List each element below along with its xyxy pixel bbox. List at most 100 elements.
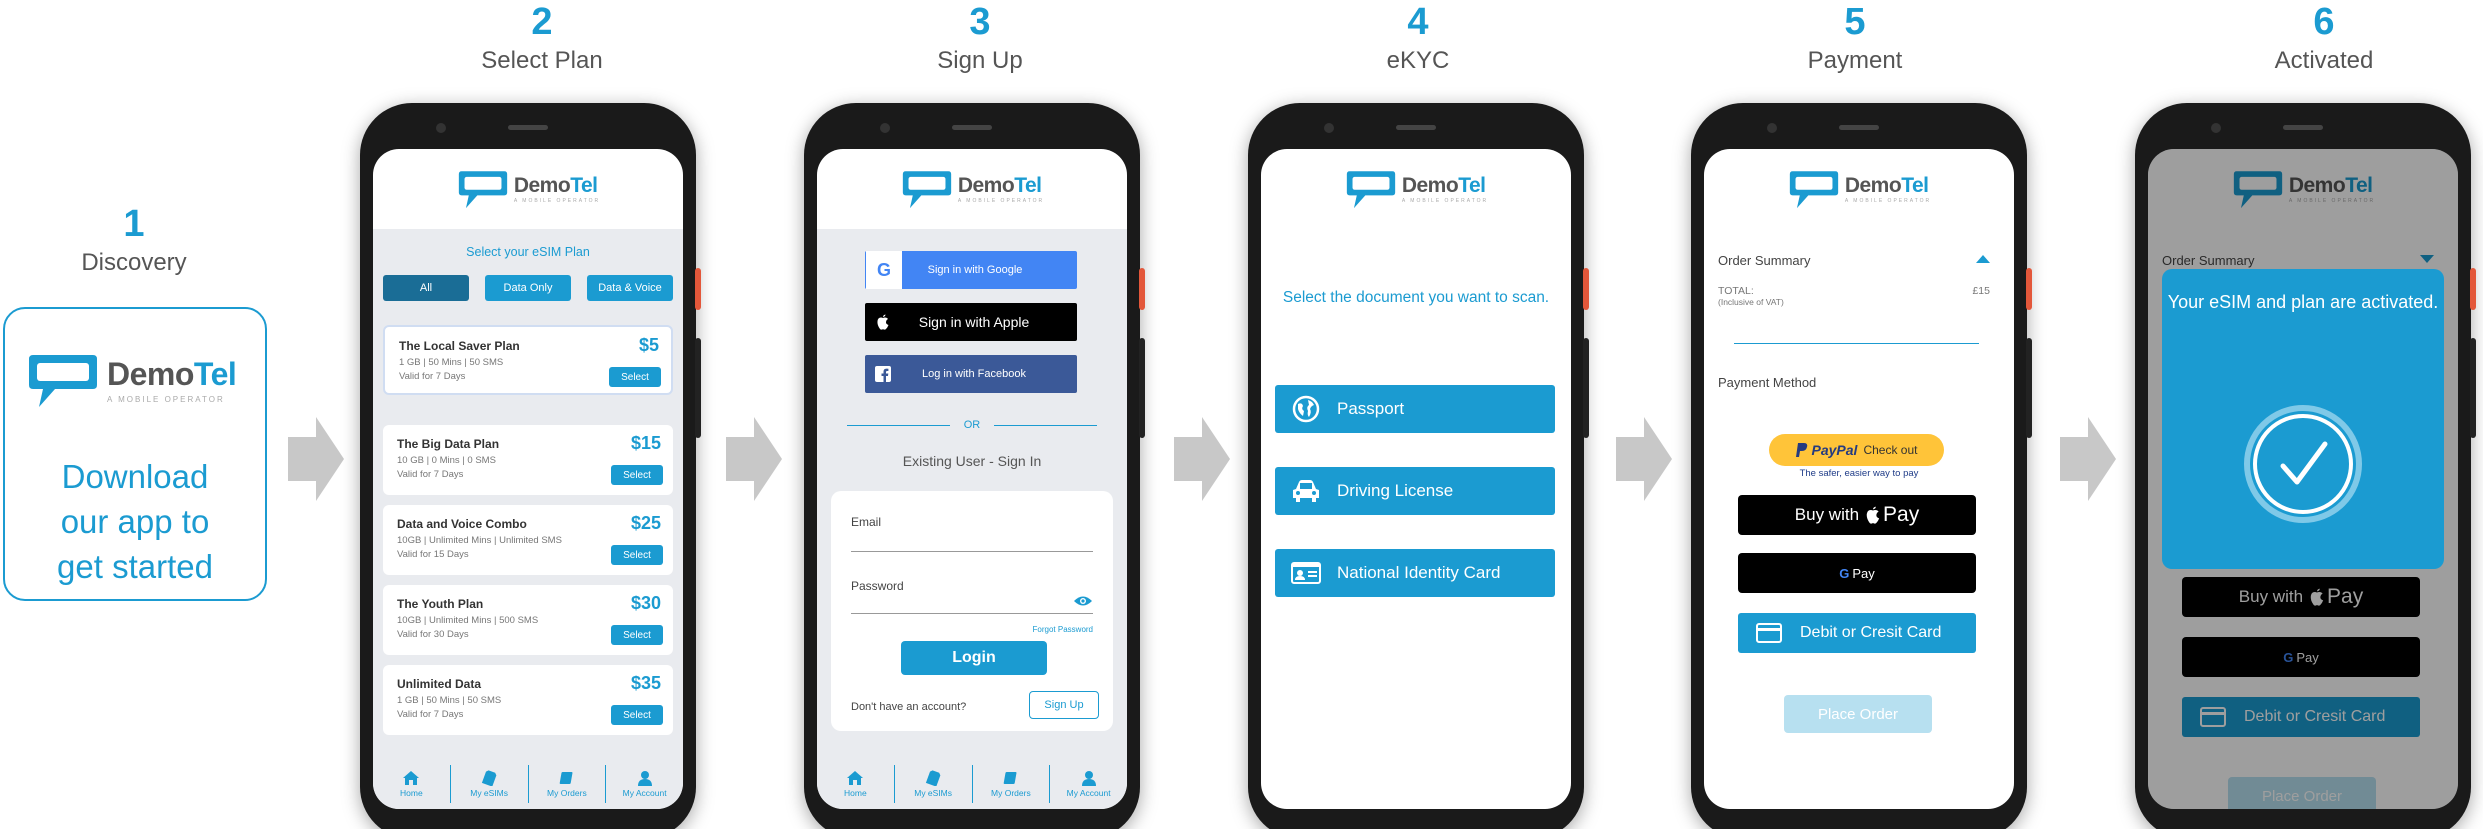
login-button[interactable]: Login: [901, 641, 1047, 675]
login-form: Email Password Forgot Password Login Don…: [831, 491, 1113, 731]
driving-license-button[interactable]: Driving License: [1275, 467, 1555, 515]
email-field[interactable]: [851, 551, 1093, 552]
filter-data-voice[interactable]: Data & Voice: [587, 275, 673, 301]
order-summary-heading: Order Summary: [1718, 253, 1811, 268]
plans-title: Select your eSIM Plan: [466, 245, 590, 259]
arrow-right-icon: [1174, 417, 1230, 501]
select-plan-button[interactable]: Select: [611, 545, 663, 565]
step-4-header: 4 eKYC: [1268, 0, 1568, 76]
email-label: Email: [851, 515, 882, 529]
screen: DemoTel A MOBILE OPERATOR Select the doc…: [1261, 149, 1571, 809]
passport-button[interactable]: Passport: [1275, 385, 1555, 433]
car-icon: [1275, 479, 1337, 503]
total-value: £15: [1972, 285, 1990, 297]
bottom-tab-bar: Home My eSIMs My Orders My Account: [373, 759, 683, 809]
apple-icon: [865, 303, 901, 341]
arrow-right-icon: [288, 417, 344, 501]
discovery-cta: Download our app to get started: [57, 458, 213, 585]
step-number: 2: [531, 1, 553, 43]
tab-home[interactable]: Home: [373, 765, 451, 803]
paypal-icon: [1795, 443, 1807, 457]
paypal-checkout-button[interactable]: PayPal Check out: [1769, 434, 1944, 466]
place-order-button[interactable]: Place Order: [1784, 695, 1932, 733]
tab-home[interactable]: Home: [817, 765, 895, 803]
discovery-card: DemoTel A MOBILE OPERATOR Download our a…: [3, 307, 267, 601]
arrow-right-icon: [2060, 417, 2116, 501]
tab-my-esims[interactable]: My eSIMs: [451, 765, 529, 803]
tab-my-account[interactable]: My Account: [606, 765, 683, 803]
tab-my-account[interactable]: My Account: [1050, 765, 1127, 803]
vat-note: (Inclusive of VAT): [1718, 297, 1784, 307]
book-icon: [559, 772, 573, 784]
activation-message: Your eSIM and plan are activated.: [2167, 292, 2439, 312]
step-3-header: 3 Sign Up: [830, 0, 1130, 76]
plan-card[interactable]: The Local Saver Plan 1 GB | 50 Mins | 50…: [383, 325, 673, 395]
google-signin-button[interactable]: G Sign in with Google: [865, 251, 1077, 289]
password-label: Password: [851, 579, 904, 593]
forgot-password-link[interactable]: Forgot Password: [1033, 625, 1093, 634]
step-label: Discovery: [81, 249, 187, 276]
plan-card[interactable]: Unlimited Data 1 GB | 50 Mins | 50 SMS V…: [383, 665, 673, 735]
apple-signin-button[interactable]: Sign in with Apple: [865, 303, 1077, 341]
step-number: 6: [2313, 1, 2335, 43]
google-icon: G: [866, 251, 902, 289]
plan-card[interactable]: The Youth Plan 10GB | Unlimited Mins | 5…: [383, 585, 673, 655]
national-id-button[interactable]: National Identity Card: [1275, 549, 1555, 597]
no-account-text: Don't have an account?: [851, 701, 967, 713]
plan-filters: All Data Only Data & Voice: [373, 275, 683, 301]
sign-up-button[interactable]: Sign Up: [1029, 691, 1099, 719]
tab-my-esims[interactable]: My eSIMs: [895, 765, 973, 803]
user-icon: [637, 771, 652, 786]
select-plan-button[interactable]: Select: [611, 625, 663, 645]
demotel-logo: DemoTel A MOBILE OPERATOR: [1787, 168, 1931, 210]
speech-bubble-logo-icon: [458, 171, 507, 209]
password-field[interactable]: [851, 613, 1093, 614]
step-number: 5: [1844, 1, 1866, 43]
screen: DemoTel A MOBILE OPERATOR Select your eS…: [373, 149, 683, 809]
step-number: 1: [123, 203, 145, 245]
chevron-up-icon[interactable]: [1976, 255, 1990, 263]
eye-icon[interactable]: [1073, 595, 1093, 607]
step-number: 3: [969, 1, 991, 43]
screen: DemoTel A MOBILE OPERATOR G Sign in with…: [817, 149, 1127, 809]
demotel-logo: DemoTel A MOBILE OPERATOR: [900, 168, 1044, 210]
scan-prompt: Select the document you want to scan.: [1282, 289, 1550, 306]
google-pay-button[interactable]: G Pay: [1738, 553, 1976, 593]
activation-modal: Your eSIM and plan are activated.: [2162, 269, 2444, 569]
step-2-header: 2 Select Plan: [392, 0, 692, 76]
book-icon: [1003, 772, 1017, 784]
filter-data-only[interactable]: Data Only: [485, 275, 571, 301]
demotel-logo: DemoTel A MOBILE OPERATOR: [25, 351, 237, 409]
checkmark-circle-icon: [2244, 405, 2362, 523]
arrow-right-icon: [1616, 417, 1672, 501]
paypal-tagline: The safer, easier way to pay: [1799, 468, 1919, 479]
globe-icon: [1275, 395, 1337, 423]
select-plan-button[interactable]: Select: [609, 367, 661, 387]
sim-card-icon: [482, 770, 497, 786]
phone-activated: DemoTel A MOBILE OPERATOR Order Summary …: [2135, 103, 2476, 829]
payment-method-heading: Payment Method: [1718, 375, 1817, 390]
filter-all[interactable]: All: [383, 275, 469, 301]
phone-payment: DemoTel A MOBILE OPERATOR Order Summary …: [1691, 103, 2032, 829]
home-icon: [403, 771, 420, 785]
facebook-signin-button[interactable]: Log in with Facebook: [865, 355, 1077, 393]
step-label: Sign Up: [937, 47, 1023, 74]
debit-card-button[interactable]: Debit or Cresit Card: [1738, 613, 1976, 653]
select-plan-button[interactable]: Select: [611, 465, 663, 485]
plan-card[interactable]: Data and Voice Combo 10GB | Unlimited Mi…: [383, 505, 673, 575]
total-label: TOTAL:: [1718, 285, 1754, 297]
apple-pay-button[interactable]: Buy with Pay: [1738, 495, 1976, 535]
phone-sign-up: DemoTel A MOBILE OPERATOR G Sign in with…: [804, 103, 1145, 829]
step-6-header: 6 Activated: [2174, 0, 2474, 76]
speech-bubble-logo-icon: [1346, 171, 1395, 209]
speech-bubble-logo-icon: [29, 355, 97, 407]
apple-icon: [1866, 506, 1880, 524]
phone-select-plan: DemoTel A MOBILE OPERATOR Select your eS…: [360, 103, 701, 829]
arrow-right-icon: [726, 417, 782, 501]
google-g-icon: G: [1839, 565, 1850, 581]
select-plan-button[interactable]: Select: [611, 705, 663, 725]
tab-my-orders[interactable]: My Orders: [529, 765, 607, 803]
plan-card[interactable]: The Big Data Plan 10 GB | 0 Mins | 0 SMS…: [383, 425, 673, 495]
step-5-header: 5 Payment: [1705, 0, 2005, 76]
tab-my-orders[interactable]: My Orders: [973, 765, 1051, 803]
